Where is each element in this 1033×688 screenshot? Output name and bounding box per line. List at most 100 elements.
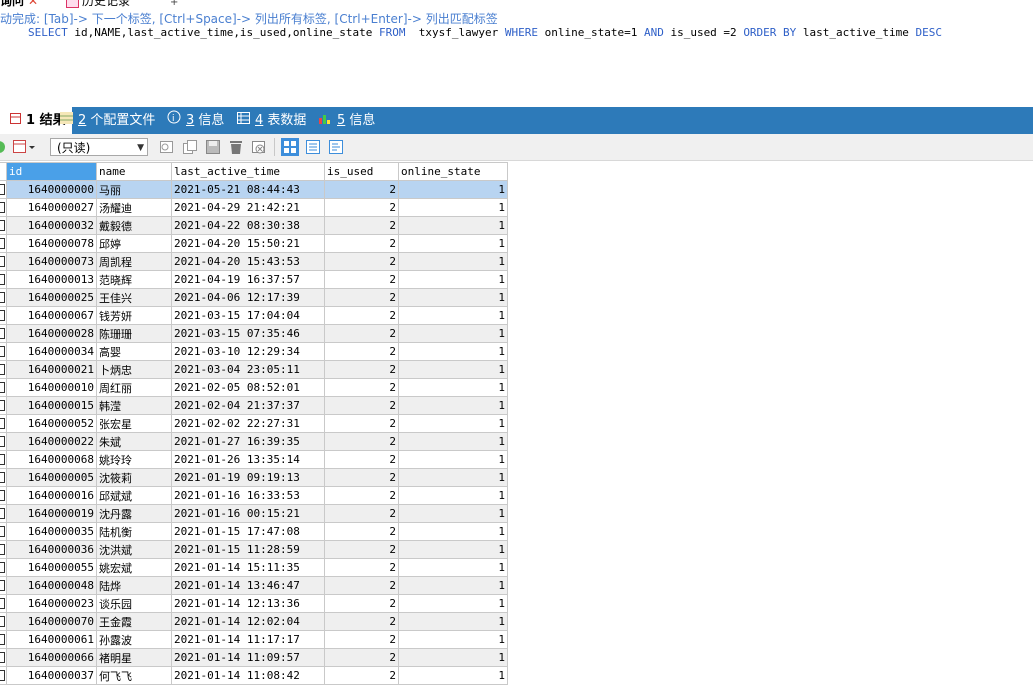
cell-last-active-time[interactable]: 2021-01-14 11:17:17	[171, 630, 325, 649]
cancel-changes-icon[interactable]	[250, 138, 268, 156]
cell-online-state[interactable]: 1	[398, 198, 508, 217]
cell-id[interactable]: 1640000061	[6, 630, 97, 649]
cell-last-active-time[interactable]: 2021-03-15 07:35:46	[171, 324, 325, 343]
cell-name[interactable]: 钱芳妍	[96, 306, 172, 325]
cell-last-active-time[interactable]: 2021-04-20 15:43:53	[171, 252, 325, 271]
table-row[interactable]: 1640000032 戴毅德 2021-04-22 08:30:38 2 1	[0, 216, 508, 235]
cell-last-active-time[interactable]: 2021-01-14 11:08:42	[171, 666, 325, 685]
tab-info-2[interactable]: 5 信息	[319, 107, 375, 134]
cell-name[interactable]: 沈洪斌	[96, 540, 172, 559]
cell-online-state[interactable]: 1	[398, 288, 508, 307]
cell-last-active-time[interactable]: 2021-04-29 21:42:21	[171, 198, 325, 217]
grid-view-icon[interactable]	[281, 138, 299, 156]
cell-last-active-time[interactable]: 2021-03-04 23:05:11	[171, 360, 325, 379]
table-row[interactable]: 1640000013 范晓辉 2021-04-19 16:37:57 2 1	[0, 270, 508, 289]
table-row[interactable]: 1640000070 王金霞 2021-01-14 12:02:04 2 1	[0, 612, 508, 631]
table-row[interactable]: 1640000025 王佳兴 2021-04-06 12:17:39 2 1	[0, 288, 508, 307]
cell-online-state[interactable]: 1	[398, 306, 508, 325]
cell-is-used[interactable]: 2	[324, 270, 399, 289]
cell-last-active-time[interactable]: 2021-03-15 17:04:04	[171, 306, 325, 325]
tab-history[interactable]: 历史记录	[66, 0, 130, 8]
cell-is-used[interactable]: 2	[324, 378, 399, 397]
mode-select[interactable]: (只读) ▼	[50, 138, 148, 156]
cell-is-used[interactable]: 2	[324, 576, 399, 595]
tab-table-data[interactable]: 4 表数据	[237, 107, 306, 134]
cell-last-active-time[interactable]: 2021-04-22 08:30:38	[171, 216, 325, 235]
cell-name[interactable]: 卜炳忠	[96, 360, 172, 379]
table-row[interactable]: 1640000022 朱斌 2021-01-27 16:39:35 2 1	[0, 432, 508, 451]
copy-row-icon[interactable]	[181, 138, 199, 156]
cell-is-used[interactable]: 2	[324, 648, 399, 667]
cell-online-state[interactable]: 1	[398, 432, 508, 451]
table-row[interactable]: 1640000067 钱芳妍 2021-03-15 17:04:04 2 1	[0, 306, 508, 325]
column-header-id[interactable]: id	[6, 162, 97, 181]
cell-name[interactable]: 周凯程	[96, 252, 172, 271]
cell-online-state[interactable]: 1	[398, 648, 508, 667]
cell-id[interactable]: 1640000032	[6, 216, 97, 235]
cell-id[interactable]: 1640000037	[6, 666, 97, 685]
cell-online-state[interactable]: 1	[398, 252, 508, 271]
cell-name[interactable]: 何飞飞	[96, 666, 172, 685]
column-header-last-active-time[interactable]: last_active_time	[171, 162, 325, 181]
cell-id[interactable]: 1640000021	[6, 360, 97, 379]
cell-is-used[interactable]: 2	[324, 306, 399, 325]
cell-is-used[interactable]: 2	[324, 666, 399, 685]
table-row[interactable]: 1640000021 卜炳忠 2021-03-04 23:05:11 2 1	[0, 360, 508, 379]
cell-id[interactable]: 1640000055	[6, 558, 97, 577]
cell-id[interactable]: 1640000000	[6, 180, 97, 199]
cell-last-active-time[interactable]: 2021-01-14 12:02:04	[171, 612, 325, 631]
table-row[interactable]: 1640000036 沈洪斌 2021-01-15 11:28:59 2 1	[0, 540, 508, 559]
cell-name[interactable]: 范晓辉	[96, 270, 172, 289]
cell-is-used[interactable]: 2	[324, 432, 399, 451]
cell-is-used[interactable]: 2	[324, 180, 399, 199]
cell-online-state[interactable]: 1	[398, 540, 508, 559]
cell-name[interactable]: 姚玲玲	[96, 450, 172, 469]
table-row[interactable]: 1640000034 高婴 2021-03-10 12:29:34 2 1	[0, 342, 508, 361]
cell-online-state[interactable]: 1	[398, 396, 508, 415]
cell-is-used[interactable]: 2	[324, 522, 399, 541]
cell-last-active-time[interactable]: 2021-01-16 00:15:21	[171, 504, 325, 523]
cell-online-state[interactable]: 1	[398, 450, 508, 469]
chevron-down-icon[interactable]	[27, 138, 37, 156]
cell-last-active-time[interactable]: 2021-01-15 11:28:59	[171, 540, 325, 559]
cell-is-used[interactable]: 2	[324, 396, 399, 415]
cell-last-active-time[interactable]: 2021-02-02 22:27:31	[171, 414, 325, 433]
cell-online-state[interactable]: 1	[398, 558, 508, 577]
cell-id[interactable]: 1640000023	[6, 594, 97, 613]
add-row-icon[interactable]	[158, 138, 176, 156]
cell-id[interactable]: 1640000073	[6, 252, 97, 271]
cell-online-state[interactable]: 1	[398, 468, 508, 487]
table-row[interactable]: 1640000078 邱婷 2021-04-20 15:50:21 2 1	[0, 234, 508, 253]
cell-is-used[interactable]: 2	[324, 486, 399, 505]
cell-is-used[interactable]: 2	[324, 288, 399, 307]
cell-name[interactable]: 陈珊珊	[96, 324, 172, 343]
cell-is-used[interactable]: 2	[324, 594, 399, 613]
cell-last-active-time[interactable]: 2021-03-10 12:29:34	[171, 342, 325, 361]
cell-online-state[interactable]: 1	[398, 576, 508, 595]
table-row[interactable]: 1640000028 陈珊珊 2021-03-15 07:35:46 2 1	[0, 324, 508, 343]
cell-id[interactable]: 1640000015	[6, 396, 97, 415]
tab-profiles[interactable]: 2 个配置文件	[60, 107, 155, 134]
cell-name[interactable]: 韩滢	[96, 396, 172, 415]
tab-query[interactable]: 询问 ✕	[0, 0, 60, 8]
cell-online-state[interactable]: 1	[398, 666, 508, 685]
table-row[interactable]: 1640000015 韩滢 2021-02-04 21:37:37 2 1	[0, 396, 508, 415]
cell-last-active-time[interactable]: 2021-01-14 13:46:47	[171, 576, 325, 595]
delete-icon[interactable]	[227, 138, 245, 156]
cell-id[interactable]: 1640000019	[6, 504, 97, 523]
cell-online-state[interactable]: 1	[398, 360, 508, 379]
table-row[interactable]: 1640000027 汤耀迪 2021-04-29 21:42:21 2 1	[0, 198, 508, 217]
cell-online-state[interactable]: 1	[398, 414, 508, 433]
table-row[interactable]: 1640000005 沈筱莉 2021-01-19 09:19:13 2 1	[0, 468, 508, 487]
cell-is-used[interactable]: 2	[324, 612, 399, 631]
cell-id[interactable]: 1640000016	[6, 486, 97, 505]
cell-online-state[interactable]: 1	[398, 378, 508, 397]
table-row[interactable]: 1640000073 周凯程 2021-04-20 15:43:53 2 1	[0, 252, 508, 271]
cell-online-state[interactable]: 1	[398, 612, 508, 631]
cell-name[interactable]: 王金霞	[96, 612, 172, 631]
cell-online-state[interactable]: 1	[398, 486, 508, 505]
cell-last-active-time[interactable]: 2021-05-21 08:44:43	[171, 180, 325, 199]
cell-last-active-time[interactable]: 2021-01-26 13:35:14	[171, 450, 325, 469]
cell-last-active-time[interactable]: 2021-02-04 21:37:37	[171, 396, 325, 415]
cell-is-used[interactable]: 2	[324, 324, 399, 343]
